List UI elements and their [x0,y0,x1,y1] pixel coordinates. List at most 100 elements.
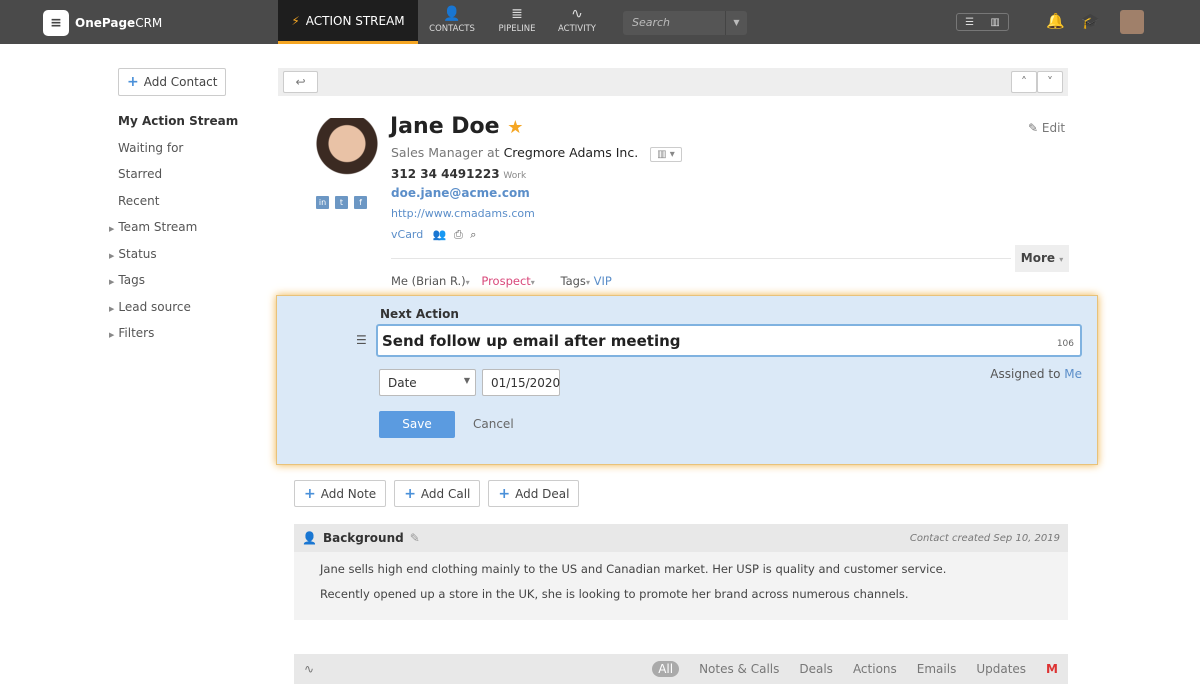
contact-name: Jane Doe ★ [390,114,523,139]
contact-tools: vCard 👥 ⎙ ⌕ [391,228,476,242]
sidebar-item-label: My Action Stream [118,114,239,128]
chevron-down-icon[interactable]: ▼ [725,11,747,35]
pulse-icon: ∿ [304,662,315,676]
sidebar-item[interactable]: ▶ Tags [109,273,238,300]
company-dropdown[interactable]: ▥ ▾ [650,147,682,162]
status-dropdown[interactable]: Prospect [481,274,530,288]
person-icon: 👤 [302,531,317,545]
sidebar-item[interactable]: My Action Stream [118,114,238,141]
next-action-label: Next Action [380,307,459,321]
nav-contacts[interactable]: 👤 CONTACTS [422,6,482,34]
sidebar-item[interactable]: ▶ Team Stream [109,220,238,247]
email-link[interactable]: doe.jane@acme.com [391,186,530,200]
sidebar-item-label: Team Stream [118,220,198,234]
edit-button[interactable]: ✎ Edit [1028,121,1065,135]
pulse-icon: ∿ [571,6,583,22]
filter-actions[interactable]: Actions [853,662,897,676]
contact-meta: Me (Brian R.)▾ Prospect▾ Tags▾ VIP [391,274,612,288]
job-title: Sales Manager at [391,145,500,160]
nav-pipeline[interactable]: ≣ PIPELINE [487,6,547,34]
nav-label: ACTIVITY [557,24,596,34]
list-view-icon[interactable]: ☰ [965,17,974,28]
pencil-icon[interactable]: ✎ [410,531,420,545]
next-action-input[interactable]: Send follow up email after meeting 106 [376,324,1082,357]
logo[interactable]: ≡ OnePageCRM [43,10,162,36]
nav-action-stream[interactable]: ⚡ ACTION STREAM [278,0,418,44]
date-input[interactable]: 01/15/2020 [482,369,560,396]
button-label: Add Note [320,486,377,501]
phone-type: Work [503,171,527,181]
activity-actions: + Add Note + Add Call + Add Deal [294,480,580,507]
next-button[interactable]: ˅ [1037,71,1063,93]
date-value: 01/15/2020 [491,376,561,390]
nav-activity[interactable]: ∿ ACTIVITY [547,6,607,34]
filter-emails[interactable]: Emails [917,662,957,676]
chevron-down-icon: ˅ [1047,75,1053,89]
sidebar-item[interactable]: ▶ Lead source [109,300,238,327]
user-avatar[interactable] [1120,10,1144,34]
filter-notes-calls[interactable]: Notes & Calls [699,662,779,676]
sidebar-item[interactable]: Waiting for [118,141,238,168]
graduation-cap-icon[interactable]: 🎓 [1081,12,1100,30]
facebook-icon[interactable]: f [354,196,367,209]
action-list-icon[interactable]: ☰ [356,333,367,347]
nav-label: ACTION STREAM [305,13,405,28]
plus-icon: + [304,485,316,502]
filter-deals[interactable]: Deals [799,662,833,676]
date-type-select[interactable]: Date ▼ [379,369,476,396]
background-panel: 👤 Background ✎ Contact created Sep 10, 2019… [294,524,1068,620]
nav-label: CONTACTS [429,24,475,34]
gmail-icon[interactable]: M [1046,662,1058,676]
sidebar-item[interactable]: Starred [118,167,238,194]
add-call-button[interactable]: + Add Call [394,480,481,507]
bell-icon[interactable]: 🔔 [1046,12,1065,30]
edit-label: Edit [1041,121,1066,135]
twitter-icon[interactable]: t [335,196,348,209]
sidebar: + Add Contact My Action Stream Waiting for… [109,68,238,353]
more-label: More [1020,251,1056,265]
phone[interactable]: 312 34 4491223 [391,167,500,181]
sidebar-item[interactable]: ▶ Filters [109,326,238,353]
search-input[interactable]: Search ▼ [623,11,747,35]
add-note-button[interactable]: + Add Note [294,480,387,507]
vcard-link[interactable]: vCard [391,228,423,241]
sidebar-item[interactable]: ▶ Status [109,247,238,274]
background-title: Background [322,531,404,545]
view-switcher[interactable]: ☰ ▥ [956,13,1009,31]
plus-icon: + [127,74,139,90]
sidebar-item-label: Tags [118,273,145,287]
columns-view-icon[interactable]: ▥ [990,17,999,28]
save-button[interactable]: Save [379,411,455,438]
next-action-panel: Next Action ☰ Send follow up email after… [276,295,1098,465]
plus-icon: + [404,485,416,502]
add-contact-card-icon[interactable]: 👥 [433,228,447,241]
button-label: Add Contact [143,75,218,89]
tags-dropdown[interactable]: Tags [560,274,585,288]
divider [391,258,1011,259]
filter-updates[interactable]: Updates [976,662,1026,676]
person-icon: 👤 [443,6,461,22]
linkedin-icon[interactable]: in [316,196,329,209]
owner-dropdown[interactable]: Me (Brian R.) [391,274,466,288]
print-icon[interactable]: ⎙ [454,228,463,241]
expand-icon: ▶ [109,278,115,286]
back-button[interactable]: ↩ [283,71,318,93]
star-icon[interactable]: ★ [507,117,523,138]
sidebar-item[interactable]: Recent [118,194,238,221]
search-placeholder: Search [632,16,671,29]
tag-vip[interactable]: VIP [594,274,612,288]
company-name[interactable]: Cregmore Adams Inc. [504,145,639,160]
background-header: 👤 Background ✎ Contact created Sep 10, 2019 [294,524,1068,552]
add-deal-button[interactable]: + Add Deal [488,480,580,507]
more-button[interactable]: More ▾ [1015,245,1069,272]
add-contact-button[interactable]: + Add Contact [118,68,227,96]
background-text: Recently opened up a store in the UK, sh… [320,587,909,601]
previous-button[interactable]: ˄ [1011,71,1037,93]
assignee-link[interactable]: Me [1064,367,1082,381]
social-links: in t f [316,196,367,209]
cancel-button[interactable]: Cancel [473,417,514,431]
website-link[interactable]: http://www.cmadams.com [391,207,535,220]
search-icon[interactable]: ⌕ [470,228,476,241]
phone-line: 312 34 4491223 Work [391,167,526,181]
created-date: Contact created Sep 10, 2019 [909,532,1060,544]
